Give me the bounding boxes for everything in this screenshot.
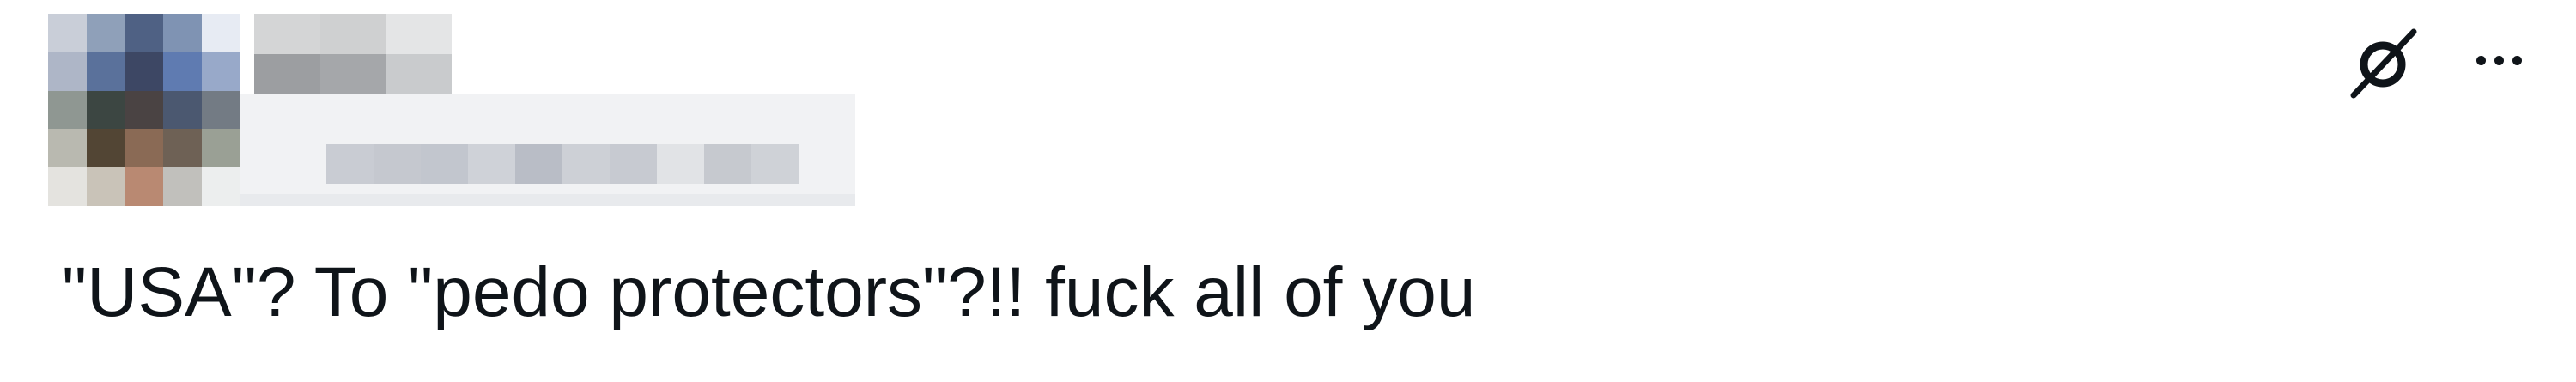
redacted-username[interactable]: [240, 94, 855, 206]
grok-icon[interactable]: [2336, 17, 2430, 112]
more-options-icon[interactable]: [2456, 34, 2542, 86]
more-dot-2: [2494, 55, 2504, 65]
more-dot-1: [2476, 55, 2486, 65]
post-text: "USA"? To "pedo protectors"?!! fuck all …: [62, 253, 1476, 331]
more-dot-3: [2512, 55, 2522, 65]
redacted-display-name[interactable]: [254, 14, 452, 94]
author-header[interactable]: [48, 14, 855, 206]
post: "USA"? To "pedo protectors"?!! fuck all …: [0, 0, 2576, 382]
avatar[interactable]: [48, 14, 240, 206]
grok-icon-glyph: [2350, 28, 2417, 99]
